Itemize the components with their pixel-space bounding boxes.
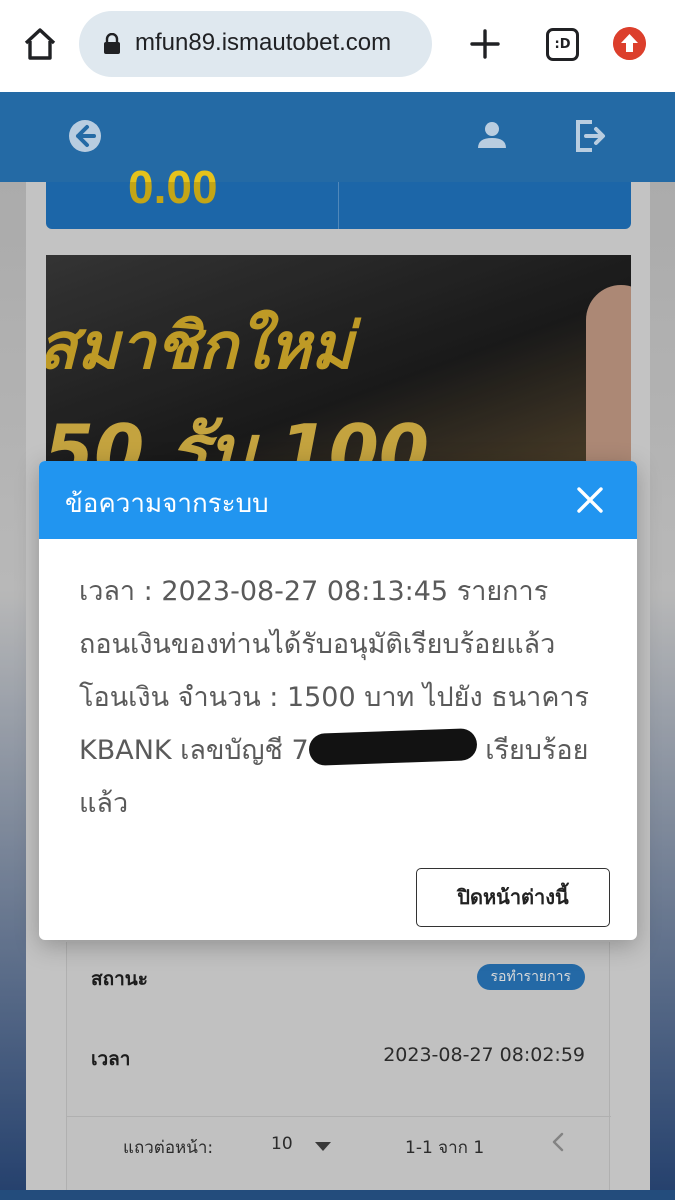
address-bar[interactable]: mfun89.ismautobet.com (79, 11, 432, 77)
back-arrow-icon[interactable] (63, 114, 107, 158)
close-icon[interactable] (575, 485, 605, 515)
dialog-title: ข้อความจากระบบ (65, 489, 269, 519)
system-message-dialog: ข้อความจากระบบ เวลา : 2023-08-27 08:13:4… (39, 461, 637, 940)
new-tab-icon[interactable] (466, 25, 504, 63)
logout-icon[interactable] (568, 114, 612, 158)
home-icon[interactable] (20, 24, 60, 64)
redacted-account-number (308, 728, 478, 766)
dialog-message: เวลา : 2023-08-27 08:13:45 รายการถอนเงิน… (79, 565, 599, 830)
url-text: mfun89.ismautobet.com (135, 29, 392, 56)
update-icon[interactable] (613, 27, 646, 60)
app-header (0, 92, 675, 182)
lock-icon (104, 33, 120, 54)
tab-switcher-icon[interactable]: :D (546, 28, 579, 61)
browser-toolbar: mfun89.ismautobet.com :D (0, 0, 675, 92)
user-icon[interactable] (470, 114, 514, 158)
close-window-button[interactable]: ปิดหน้าต่างนี้ (416, 868, 610, 927)
dialog-header: ข้อความจากระบบ (39, 461, 637, 539)
